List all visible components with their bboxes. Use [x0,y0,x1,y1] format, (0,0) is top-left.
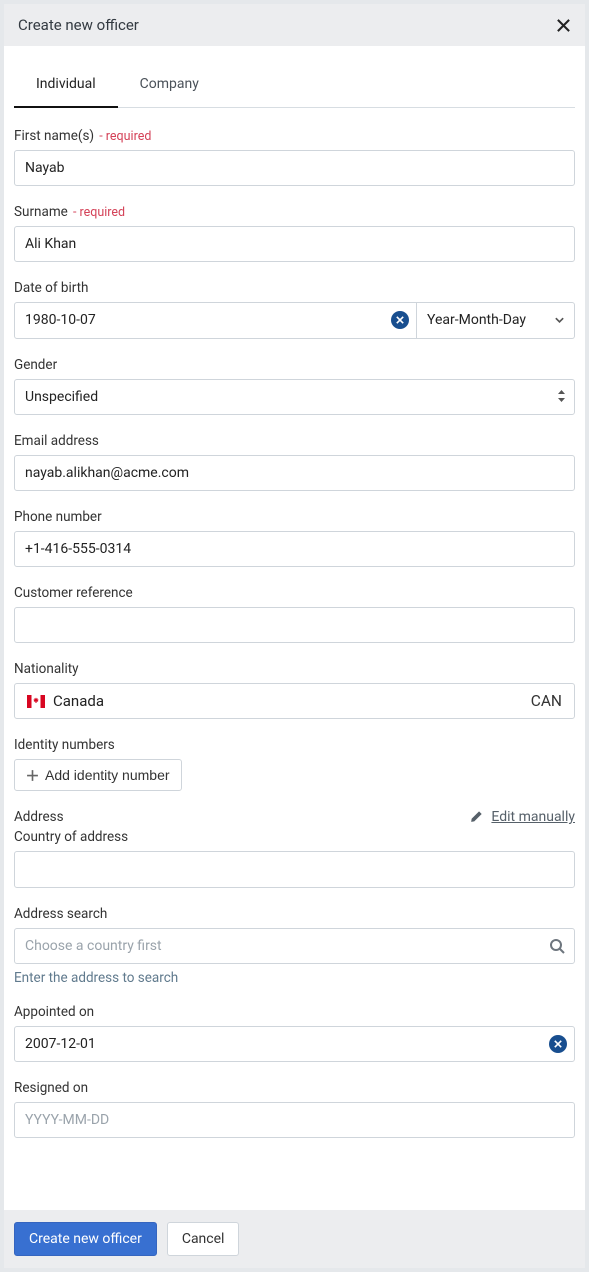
add-identity-button[interactable]: Add identity number [14,759,182,791]
nationality-select[interactable]: Canada CAN [14,683,575,719]
pencil-icon [469,810,483,824]
field-customer-ref: Customer reference [14,585,575,643]
nationality-label: Nationality [14,661,575,677]
search-icon [549,938,565,954]
phone-label: Phone number [14,509,575,525]
field-phone: Phone number [14,509,575,567]
field-dob: Date of birth Year-Month-Day [14,280,575,338]
gender-label: Gender [14,357,575,373]
field-gender: Gender Unspecified [14,357,575,415]
add-identity-label: Add identity number [45,767,170,783]
dob-input[interactable] [14,302,417,338]
clear-icon [554,1040,562,1048]
surname-input[interactable] [14,226,575,262]
field-first-name: First name(s) - required [14,128,575,186]
country-address-label: Country of address [14,829,575,845]
address-search-label: Address search [14,906,575,922]
field-country-address: Country of address [14,829,575,887]
resigned-input[interactable] [14,1102,575,1138]
address-help-text: Enter the address to search [14,970,575,986]
surname-label: Surname - required [14,204,575,220]
clear-icon [396,316,404,324]
first-name-input[interactable] [14,150,575,186]
resigned-label: Resigned on [14,1080,575,1096]
required-tag: - required [70,205,125,220]
field-resigned: Resigned on [14,1080,575,1138]
appointed-input[interactable] [14,1026,575,1062]
required-tag: - required [96,129,151,144]
first-name-label-text: First name(s) [14,128,94,144]
phone-input[interactable] [14,531,575,567]
modal-title: Create new officer [18,16,139,34]
field-surname: Surname - required [14,204,575,262]
edit-manually-link[interactable]: Edit manually [469,809,575,825]
plus-icon [26,769,39,782]
customer-ref-label: Customer reference [14,585,575,601]
field-identity: Identity numbers Add identity number [14,737,575,791]
close-icon [556,18,571,33]
appointed-clear-button[interactable] [549,1035,567,1053]
dob-label: Date of birth [14,280,575,296]
edit-manually-text: Edit manually [491,809,575,825]
address-label: Address [14,809,64,825]
email-input[interactable] [14,455,575,491]
dob-clear-button[interactable] [391,311,409,329]
tab-individual[interactable]: Individual [14,64,118,108]
identity-label: Identity numbers [14,737,575,753]
nationality-code: CAN [531,692,562,710]
dob-format-select[interactable]: Year-Month-Day [417,302,575,338]
create-officer-button[interactable]: Create new officer [14,1222,157,1256]
address-search-input[interactable] [14,928,575,964]
gender-select[interactable]: Unspecified [14,379,575,415]
canada-flag-icon [27,695,45,708]
dob-format-value: Year-Month-Day [427,312,526,328]
close-button[interactable] [556,18,571,33]
appointed-label: Appointed on [14,1004,575,1020]
tab-company[interactable]: Company [118,64,221,108]
country-address-input[interactable] [14,851,575,887]
modal-body: Individual Company First name(s) - requi… [4,46,585,1210]
address-section-header: Address Edit manually [14,809,575,825]
surname-label-text: Surname [14,204,68,220]
field-email: Email address [14,433,575,491]
customer-ref-input[interactable] [14,607,575,643]
modal-footer: Create new officer Cancel [4,1210,585,1268]
field-address-search: Address search Enter the address to sear… [14,906,575,986]
email-label: Email address [14,433,575,449]
field-nationality: Nationality Canada CAN [14,661,575,719]
cancel-button[interactable]: Cancel [167,1222,240,1256]
field-appointed: Appointed on [14,1004,575,1062]
first-name-label: First name(s) - required [14,128,575,144]
tabs: Individual Company [14,64,575,108]
nationality-name: Canada [53,692,104,710]
modal-header: Create new officer [4,4,585,46]
